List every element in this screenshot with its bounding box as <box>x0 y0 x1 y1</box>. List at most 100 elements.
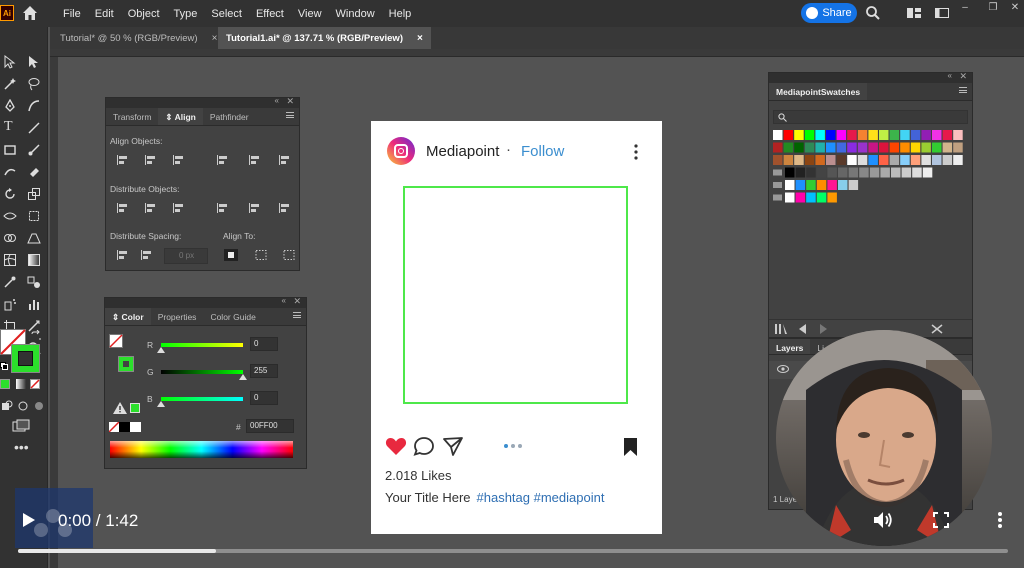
swatch[interactable] <box>880 167 890 178</box>
swatch[interactable] <box>847 142 857 153</box>
swatch[interactable] <box>900 142 910 153</box>
gradient-tool-icon[interactable] <box>27 253 41 267</box>
swatch[interactable] <box>910 155 921 165</box>
align-right-icon[interactable] <box>172 154 186 166</box>
swatch[interactable] <box>815 142 825 153</box>
swatch[interactable] <box>806 180 816 190</box>
swatch[interactable] <box>826 155 836 165</box>
tab-align[interactable]: ⇕ Align <box>158 108 203 125</box>
next-icon[interactable] <box>819 324 827 334</box>
perspective-grid-icon[interactable] <box>27 231 41 245</box>
close-panel-icon[interactable]: ✕ <box>959 71 967 82</box>
swatch[interactable] <box>921 142 931 153</box>
swatch[interactable] <box>900 155 910 165</box>
swatch[interactable] <box>848 167 859 178</box>
blend-tool-icon[interactable] <box>27 275 41 289</box>
column-graph-icon[interactable] <box>27 297 41 311</box>
swatch[interactable] <box>900 130 910 140</box>
swatch[interactable] <box>773 142 783 153</box>
swatch[interactable] <box>827 167 837 178</box>
lasso-icon[interactable] <box>27 77 41 91</box>
mesh-tool-icon[interactable] <box>3 253 17 267</box>
swatch[interactable] <box>847 130 857 140</box>
menu-effect[interactable]: Effect <box>249 8 291 20</box>
swatch[interactable] <box>922 167 933 178</box>
swatch[interactable] <box>804 142 815 153</box>
close-tab-button[interactable]: × <box>212 33 218 44</box>
g-slider[interactable] <box>161 370 243 374</box>
swatch[interactable] <box>857 155 868 165</box>
swatch[interactable] <box>816 192 827 203</box>
share-send-icon[interactable] <box>442 436 464 456</box>
distribute-bottom-icon[interactable] <box>172 202 186 214</box>
swatch[interactable] <box>794 155 804 165</box>
swatch[interactable] <box>795 180 806 190</box>
curvature-tool-icon[interactable] <box>27 99 41 113</box>
swatch[interactable] <box>879 155 889 165</box>
swatch[interactable] <box>838 167 848 178</box>
align-v-center-icon[interactable] <box>248 154 262 166</box>
collapse-icon[interactable]: « <box>275 96 279 105</box>
swatch[interactable] <box>795 192 806 203</box>
swatch[interactable] <box>868 155 878 165</box>
swatch[interactable] <box>889 130 900 140</box>
paintbrush-icon[interactable] <box>27 143 41 157</box>
swatch[interactable] <box>953 142 963 153</box>
tab-color[interactable]: ⇕ Color <box>105 308 151 325</box>
swatch-search-field[interactable] <box>773 110 968 124</box>
gradient-mode-icon[interactable] <box>16 379 26 389</box>
distribute-left-icon[interactable] <box>216 202 230 214</box>
caption-hashtags[interactable]: #hashtag #mediapoint <box>477 490 605 505</box>
panel-menu-icon[interactable] <box>959 87 967 93</box>
distribute-h-space-icon[interactable] <box>140 249 154 261</box>
close-window-button[interactable]: ✕ <box>1006 2 1024 16</box>
color-mode-icon[interactable] <box>0 379 10 389</box>
panel-menu-icon[interactable] <box>293 312 301 318</box>
swatch[interactable] <box>783 142 794 153</box>
swatch[interactable] <box>942 142 953 153</box>
swatch[interactable] <box>868 130 878 140</box>
line-tool-icon[interactable] <box>27 121 41 135</box>
swatch[interactable] <box>912 167 922 178</box>
swatch[interactable] <box>773 130 783 140</box>
swatch[interactable] <box>795 167 806 178</box>
collapse-icon[interactable]: « <box>282 296 286 305</box>
swatch[interactable] <box>901 167 912 178</box>
rectangle-tool-icon[interactable] <box>3 143 17 157</box>
swatch[interactable] <box>921 155 931 165</box>
width-tool-icon[interactable] <box>3 209 17 223</box>
b-slider-handle[interactable] <box>157 401 165 407</box>
distribute-top-icon[interactable] <box>116 202 130 214</box>
edit-toolbar-icon[interactable]: ••• <box>14 439 29 455</box>
search-icon[interactable] <box>865 5 881 21</box>
previous-icon[interactable] <box>799 324 807 334</box>
minimize-button[interactable]: – <box>956 2 974 16</box>
distribute-right-icon[interactable] <box>278 202 292 214</box>
swatch[interactable] <box>783 130 794 140</box>
swatch[interactable] <box>785 192 795 203</box>
swatch-grid[interactable] <box>773 130 968 205</box>
swatch[interactable] <box>847 155 857 165</box>
pen-tool-icon[interactable] <box>3 99 17 113</box>
distribute-h-center-icon[interactable] <box>248 202 262 214</box>
direct-selection-tool-icon[interactable] <box>27 55 41 69</box>
swatch-libraries-icon[interactable] <box>775 324 787 334</box>
swatch[interactable] <box>921 130 931 140</box>
r-value-field[interactable]: 0 <box>250 337 278 351</box>
default-colors-icon[interactable] <box>0 362 8 370</box>
artboard[interactable]: Mediapoint · Follow 2.018 Likes Your Tit… <box>371 121 662 534</box>
tab-layers[interactable]: Layers <box>769 339 811 354</box>
swatch[interactable] <box>827 180 837 190</box>
swatch[interactable] <box>804 155 815 165</box>
swatch[interactable] <box>891 167 901 178</box>
swatch[interactable] <box>889 142 900 153</box>
swatch[interactable] <box>815 155 825 165</box>
swatch[interactable] <box>910 142 921 153</box>
align-bottom-icon[interactable] <box>278 154 292 166</box>
swatch[interactable] <box>942 155 953 165</box>
swatch[interactable] <box>836 130 847 140</box>
rotate-tool-icon[interactable] <box>3 187 17 201</box>
none-swatch[interactable] <box>109 422 119 432</box>
swatch[interactable] <box>816 167 827 178</box>
swatch[interactable] <box>783 155 794 165</box>
